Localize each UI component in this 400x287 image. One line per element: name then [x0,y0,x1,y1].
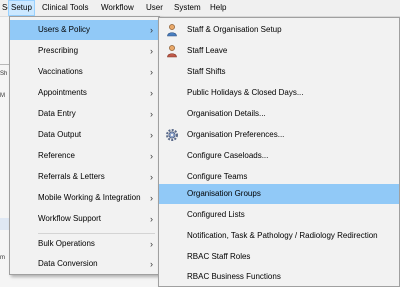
submenu-item-label: Configured Lists [187,210,245,219]
menu-item-label: Bulk Operations [38,239,95,248]
menu-user[interactable]: User [144,0,165,16]
submenu-item-label: Staff & Organisation Setup [187,25,282,34]
menu-item-data-conversion[interactable]: Data Conversion › [10,254,159,274]
menu-item-label: Reference [38,151,75,160]
submenu-item-organisation-preferences[interactable]: Organisation Preferences... [159,125,399,145]
menu-item-mobile-working[interactable]: Mobile Working & Integration › [10,188,159,208]
submenu-item-label: Configure Teams [187,172,248,181]
chevron-right-icon: › [150,193,153,203]
menu-item-label: Appointments [38,88,87,97]
submenu-item-label: Organisation Groups [187,189,261,198]
submenu-item-staff-shifts[interactable]: Staff Shifts [159,62,399,82]
submenu-item-configured-lists[interactable]: Configured Lists [159,205,399,225]
submenu-item-label: Staff Shifts [187,67,226,76]
menu-clinical-tools[interactable]: Clinical Tools [40,0,91,16]
menu-item-prescribing[interactable]: Prescribing › [10,41,159,61]
chevron-right-icon: › [150,46,153,56]
submenu-item-staff-organisation-setup[interactable]: Staff & Organisation Setup [159,20,399,40]
submenu-item-public-holidays[interactable]: Public Holidays & Closed Days... [159,83,399,103]
menu-setup-active[interactable]: Setup [8,0,35,16]
chevron-right-icon: › [150,239,153,249]
chevron-right-icon: › [150,214,153,224]
submenu-item-label: Staff Leave [187,46,228,55]
menu-item-label: Mobile Working & Integration [38,193,141,202]
submenu-item-notification-redirection[interactable]: Notification, Task & Pathology / Radiolo… [159,226,399,246]
menu-item-bulk-operations[interactable]: Bulk Operations › [10,234,159,254]
chevron-right-icon: › [150,88,153,98]
menu-workflow[interactable]: Workflow [99,0,136,16]
menu-item-referrals-letters[interactable]: Referrals & Letters › [10,167,159,187]
submenu-item-label: Notification, Task & Pathology / Radiolo… [187,231,378,240]
submenu-item-label: Configure Caseloads... [187,151,269,160]
chevron-right-icon: › [150,67,153,77]
menu-item-label: Data Entry [38,109,76,118]
chevron-right-icon: › [150,151,153,161]
menu-item-label: Data Output [38,130,82,139]
menu-item-vaccinations[interactable]: Vaccinations › [10,62,159,82]
setup-menu: Users & Policy › Prescribing › Vaccinati… [9,16,160,275]
submenu-item-label: Organisation Preferences... [187,130,285,139]
submenu-item-organisation-details[interactable]: Organisation Details... [159,104,399,124]
submenu-item-rbac-business-functions[interactable]: RBAC Business Functions [159,267,399,287]
menu-item-workflow-support[interactable]: Workflow Support › [10,209,159,229]
submenu-item-label: Organisation Details... [187,109,266,118]
users-policy-submenu: Staff & Organisation Setup Staff Leave S… [158,17,400,287]
menu-bar: Setup Setup Setup Clinical Tools Workflo… [0,0,400,17]
submenu-item-configure-caseloads[interactable]: Configure Caseloads... [159,146,399,166]
background-selected-row [0,218,9,230]
menu-item-users-policy[interactable]: Users & Policy › [10,20,159,40]
background-text-fragment: m [0,255,5,261]
submenu-item-rbac-staff-roles[interactable]: RBAC Staff Roles [159,247,399,267]
submenu-item-label: RBAC Business Functions [187,272,281,281]
chevron-right-icon: › [150,25,153,35]
user-leave-icon [167,45,177,58]
menu-item-label: Workflow Support [38,214,101,223]
submenu-item-label: Public Holidays & Closed Days... [187,88,304,97]
submenu-item-staff-leave[interactable]: Staff Leave [159,41,399,61]
users-icon [167,24,177,37]
chevron-right-icon: › [150,109,153,119]
background-text-fragment: M [0,93,5,99]
chevron-right-icon: › [150,130,153,140]
chevron-right-icon: › [150,259,153,269]
menu-system[interactable]: System [172,0,203,16]
menu-item-data-output[interactable]: Data Output › [10,125,159,145]
menu-item-reference[interactable]: Reference › [10,146,159,166]
menu-item-data-entry[interactable]: Data Entry › [10,104,159,124]
chevron-right-icon: › [150,172,153,182]
background-divider [0,64,9,65]
menu-item-label: Vaccinations [38,67,83,76]
submenu-item-label: RBAC Staff Roles [187,252,251,261]
menu-item-label: Prescribing [38,46,79,55]
menu-item-label: Data Conversion [38,259,98,268]
background-text-fragment: Sh [0,71,8,77]
gear-icon [166,129,178,141]
menu-help[interactable]: Help [208,0,228,16]
menu-item-appointments[interactable]: Appointments › [10,83,159,103]
menu-item-label: Referrals & Letters [38,172,105,181]
submenu-item-organisation-groups[interactable]: Organisation Groups [159,184,399,204]
menu-item-label: Users & Policy [38,25,91,34]
